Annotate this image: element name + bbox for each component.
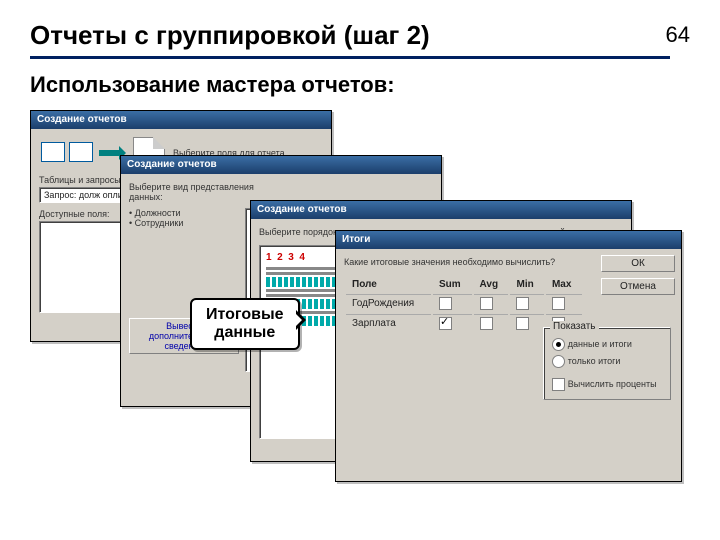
sort-num-icon: 4 bbox=[299, 252, 305, 263]
dialog-title: Создание отчетов bbox=[31, 111, 331, 129]
field-name: Зарплата bbox=[346, 314, 431, 332]
cancel-button[interactable]: Отмена bbox=[601, 278, 675, 295]
tree-item[interactable]: • Сотрудники bbox=[129, 218, 239, 228]
col-avg: Avg bbox=[474, 277, 509, 292]
sort-num-icon: 2 bbox=[277, 252, 283, 263]
col-min: Min bbox=[510, 277, 543, 292]
sum-checkbox[interactable] bbox=[439, 317, 452, 330]
dialog-title: Создание отчетов bbox=[121, 156, 441, 174]
min-checkbox[interactable] bbox=[516, 297, 529, 310]
aggregate-table: Поле Sum Avg Min Max ГодРождения Зарплат… bbox=[344, 275, 584, 334]
radio-label: только итоги bbox=[568, 356, 621, 366]
callout-line: Итоговые bbox=[206, 306, 284, 323]
avg-checkbox[interactable] bbox=[480, 297, 493, 310]
sum-checkbox[interactable] bbox=[439, 297, 452, 310]
title-divider bbox=[30, 56, 670, 59]
wizard-prompt: Выберите вид представления данных: bbox=[129, 182, 259, 202]
field-name: ГодРождения bbox=[346, 294, 431, 312]
dialog-title: Итоги bbox=[336, 231, 681, 249]
radio-data-and-totals[interactable] bbox=[552, 338, 565, 351]
percent-checkbox[interactable] bbox=[552, 378, 565, 391]
ok-button[interactable]: ОК bbox=[601, 255, 675, 272]
sort-num-icon: 3 bbox=[288, 252, 294, 263]
callout-tail-icon bbox=[296, 310, 316, 330]
min-checkbox[interactable] bbox=[516, 317, 529, 330]
page-title: Отчеты с группировкой (шаг 2) bbox=[30, 20, 430, 51]
show-group: Показать данные и итоги только итоги Выч… bbox=[543, 327, 671, 400]
totals-dialog: Итоги Какие итоговые значения необходимо… bbox=[335, 230, 682, 482]
sort-num-icon: 1 bbox=[266, 252, 272, 263]
radio-totals-only[interactable] bbox=[552, 355, 565, 368]
col-field: Поле bbox=[346, 277, 431, 292]
wizard-icon bbox=[39, 140, 95, 167]
max-checkbox[interactable] bbox=[552, 297, 565, 310]
page-number: 64 bbox=[666, 22, 690, 48]
radio-label: данные и итоги bbox=[568, 339, 632, 349]
col-max: Max bbox=[546, 277, 582, 292]
col-sum: Sum bbox=[433, 277, 472, 292]
group-legend: Показать bbox=[550, 321, 599, 332]
avg-checkbox[interactable] bbox=[480, 317, 493, 330]
tree-item[interactable]: • Должности bbox=[129, 208, 239, 218]
page-subtitle: Использование мастера отчетов: bbox=[30, 72, 395, 98]
checkbox-label: Вычислить проценты bbox=[568, 379, 657, 389]
dialog-title: Создание отчетов bbox=[251, 201, 631, 219]
callout-totals: Итоговые данные bbox=[190, 298, 300, 350]
callout-line: данные bbox=[214, 324, 275, 341]
table-row: ГодРождения bbox=[346, 294, 582, 312]
